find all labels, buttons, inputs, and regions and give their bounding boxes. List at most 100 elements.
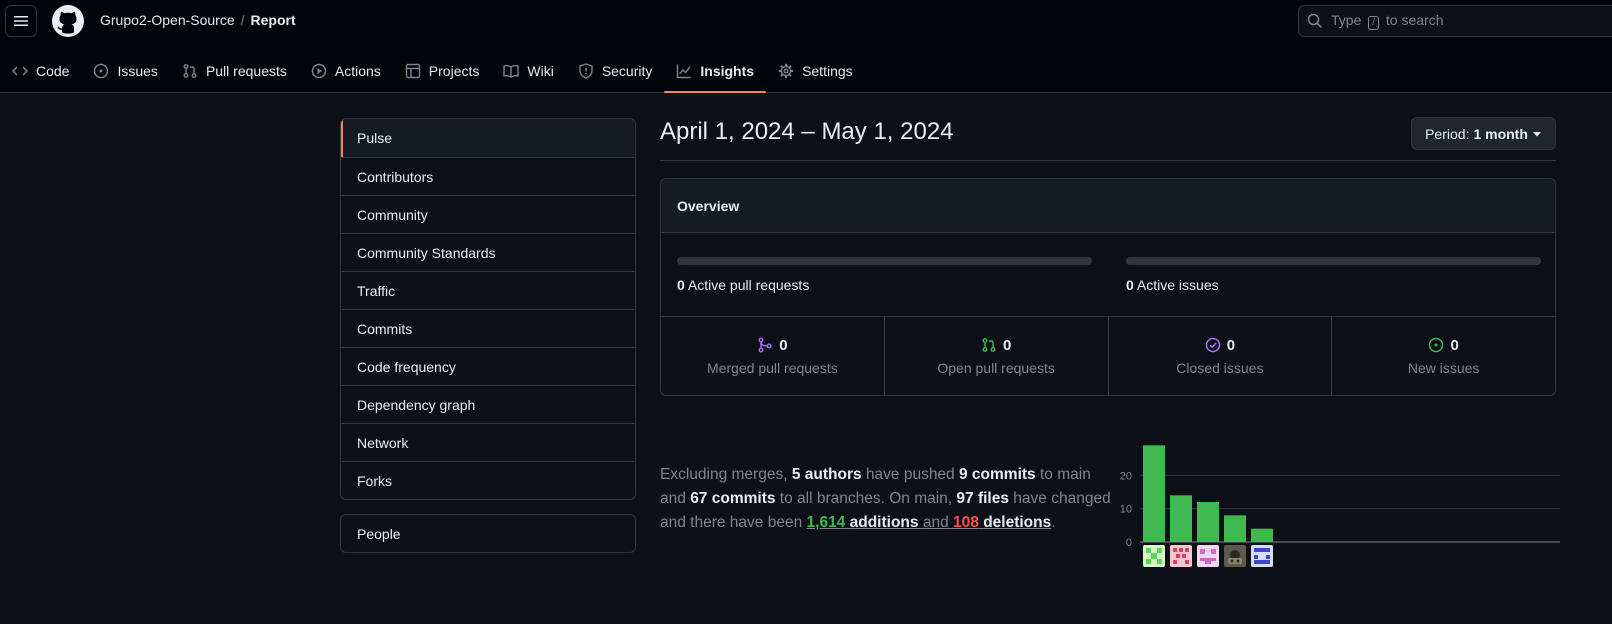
sidebar-item-network[interactable]: Network	[341, 423, 635, 461]
graph-icon	[677, 64, 691, 79]
tab-label: Insights	[700, 63, 755, 79]
hamburger-icon	[14, 16, 28, 26]
gear-icon	[778, 63, 794, 79]
sidebar-item-contributors[interactable]: Contributors	[341, 157, 635, 195]
sidebar-item-community-standards[interactable]: Community Standards	[341, 233, 635, 271]
overview-heading: Overview	[661, 179, 1555, 233]
period-value: 1 month	[1473, 125, 1528, 142]
active-prs-label: Active pull requests	[687, 277, 810, 293]
sidebar-item-pulse[interactable]: Pulse	[341, 119, 635, 157]
deletions-count: 108	[953, 514, 979, 531]
summary-text: to all branches. On main,	[779, 490, 953, 507]
global-header: Grupo2-Open-Source / Report Type / to sear…	[0, 0, 1612, 93]
author-avatar-2[interactable]	[1170, 545, 1192, 567]
tab-label: Wiki	[527, 63, 554, 79]
active-issues-bar	[1126, 257, 1541, 265]
chart-bar[interactable]	[1251, 528, 1273, 542]
sidebar-item-code-frequency[interactable]: Code frequency	[341, 347, 635, 385]
sidebar-item-traffic[interactable]: Traffic	[341, 271, 635, 309]
search-icon	[1307, 13, 1323, 29]
stat-label: Closed issues	[1176, 359, 1264, 376]
caret-down-icon	[1532, 131, 1541, 136]
stat-count: 0	[1002, 336, 1012, 354]
issue-icon	[94, 63, 109, 79]
tab-security[interactable]: Security	[566, 49, 665, 93]
active-prs-bar	[677, 257, 1092, 265]
author-avatar-4[interactable]	[1224, 545, 1246, 567]
sidebar-item-people[interactable]: People	[340, 514, 636, 553]
active-prs-block[interactable]: 0 Active pull requests	[677, 257, 1092, 293]
stat-new-issues[interactable]: 0 New issues	[1331, 317, 1555, 395]
chart-bar[interactable]	[1143, 445, 1165, 542]
additions-label: additions	[849, 514, 919, 531]
active-issues-block[interactable]: 0 Active issues	[1126, 257, 1541, 293]
tab-pull-requests[interactable]: Pull requests	[170, 49, 299, 93]
tab-code[interactable]: Code	[0, 49, 81, 93]
summary-text: and	[922, 514, 949, 531]
summary-text: Excluding merges,	[660, 466, 788, 483]
search-input[interactable]: Type / to search	[1298, 5, 1612, 37]
tab-projects[interactable]: Projects	[393, 49, 492, 93]
repo-link[interactable]: Report	[251, 12, 296, 28]
commits-main-count: 9 commits	[959, 466, 1036, 483]
breadcrumb: Grupo2-Open-Source / Report	[100, 12, 296, 28]
tab-wiki[interactable]: Wiki	[491, 49, 565, 93]
code-icon	[12, 66, 28, 76]
overview-panel: Overview 0 Active pull requests 0 Active…	[660, 178, 1556, 396]
stat-merged-prs[interactable]: 0 Merged pull requests	[661, 317, 884, 395]
period-label: Period:	[1425, 125, 1470, 142]
tab-label: Issues	[117, 63, 158, 79]
owner-link[interactable]: Grupo2-Open-Source	[100, 12, 235, 28]
overview-progress: 0 Active pull requests 0 Active issues	[661, 233, 1555, 317]
book-icon	[503, 64, 520, 78]
chart-y-tick-label: 0	[1126, 537, 1132, 549]
stat-label: Open pull requests	[937, 359, 1055, 376]
chart-bar[interactable]	[1197, 502, 1219, 542]
period-dropdown[interactable]: Period: 1 month	[1411, 117, 1556, 150]
insights-sidebar: Pulse Contributors Community Community S…	[340, 118, 636, 500]
stat-count: 0	[1226, 336, 1236, 354]
search-placeholder: Type / to search	[1331, 12, 1444, 30]
stat-count: 0	[779, 336, 788, 354]
tab-actions[interactable]: Actions	[299, 49, 393, 93]
pull-request-icon	[183, 64, 197, 78]
sidebar-item-dependency-graph[interactable]: Dependency graph	[341, 385, 635, 423]
issue-opened-icon	[1429, 337, 1444, 353]
tab-insights[interactable]: Insights	[664, 49, 766, 93]
diff-stats-link[interactable]: 1,614 additions and 108 deletions	[807, 514, 1052, 531]
additions-count: 1,614	[806, 514, 846, 531]
author-avatar-3[interactable]	[1197, 545, 1219, 567]
sidebar-item-forks[interactable]: Forks	[341, 461, 635, 499]
chart-y-tick-label: 10	[1120, 504, 1132, 516]
stat-closed-issues[interactable]: 0 Closed issues	[1107, 317, 1332, 395]
breadcrumb-separator: /	[240, 12, 245, 28]
page-title: April 1, 2024 – May 1, 2024	[660, 118, 954, 145]
deletions-label: deletions	[983, 514, 1052, 531]
author-avatar-5[interactable]	[1251, 545, 1273, 567]
repo-nav: Code Issues Pull requests Actions Projec…	[0, 49, 865, 93]
search-shortcut-key: /	[1368, 16, 1380, 30]
menu-button[interactable]	[5, 5, 37, 37]
tab-label: Pull requests	[205, 63, 287, 79]
author-avatar-1[interactable]	[1143, 545, 1165, 567]
tab-settings[interactable]: Settings	[766, 49, 865, 93]
stat-open-prs[interactable]: 0 Open pull requests	[883, 317, 1108, 395]
sidebar-item-community[interactable]: Community	[341, 195, 635, 233]
chart-bar[interactable]	[1170, 495, 1192, 542]
sidebar-item-commits[interactable]: Commits	[341, 309, 635, 347]
commit-summary: Excluding merges, 5 authors have pushed …	[660, 463, 1112, 535]
stat-label: New issues	[1407, 359, 1480, 376]
tab-label: Security	[601, 63, 653, 79]
stat-label: Merged pull requests	[707, 359, 838, 376]
table-icon	[405, 63, 420, 79]
tab-label: Settings	[802, 63, 853, 79]
chart-bar[interactable]	[1224, 515, 1246, 542]
shield-icon	[579, 63, 593, 79]
tab-issues[interactable]: Issues	[81, 49, 169, 93]
play-icon	[311, 63, 327, 79]
chart-y-tick-label: 20	[1120, 470, 1132, 482]
issue-closed-icon	[1205, 337, 1220, 353]
github-logo-icon[interactable]	[52, 5, 84, 37]
tab-label: Projects	[428, 63, 480, 79]
title-divider	[660, 160, 1556, 161]
